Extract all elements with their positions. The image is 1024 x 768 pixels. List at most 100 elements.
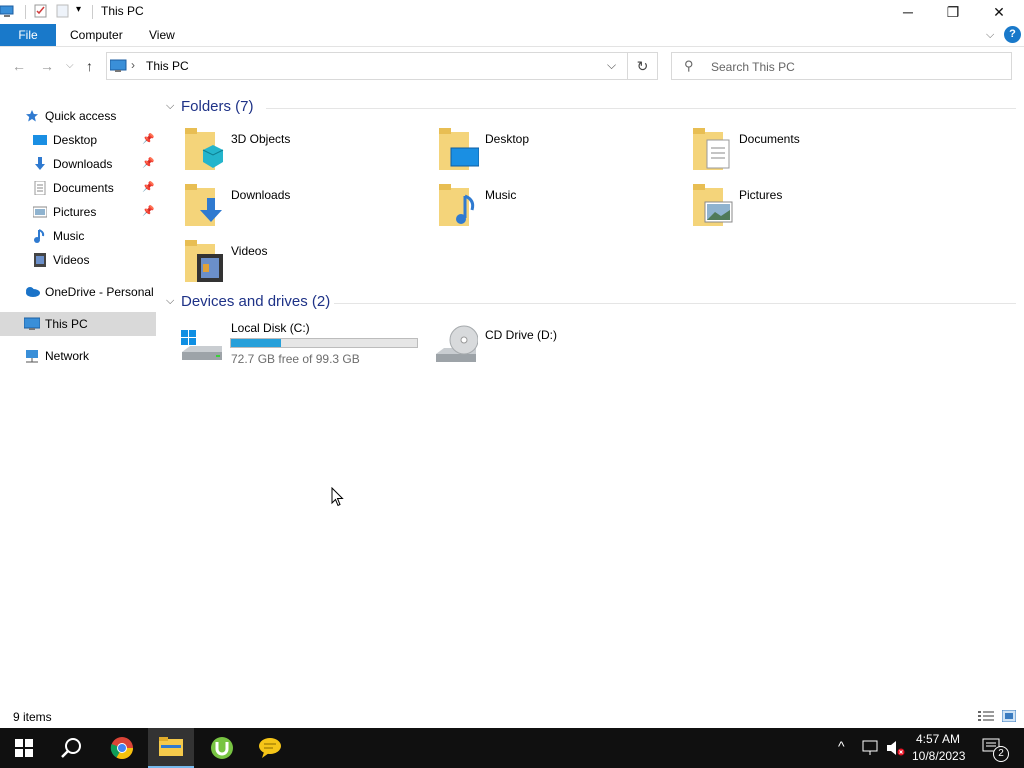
pin-icon[interactable]: 📌 [142,128,154,152]
nav-label: This PC [45,317,88,331]
nav-videos[interactable]: Videos [0,248,156,272]
drives-group-header[interactable]: ⌵ Devices and drives (2) [166,293,1016,313]
restore-button[interactable]: ❐ [930,0,976,24]
nav-onedrive[interactable]: OneDrive - Personal [0,280,156,304]
separator [25,5,26,19]
pin-icon[interactable]: 📌 [142,200,154,224]
show-hidden-icons-button[interactable]: ^ [838,738,845,754]
clock-time[interactable]: 4:57 AM [916,732,960,746]
properties-icon[interactable] [34,4,48,18]
speech-bubble-icon [259,738,281,758]
3d-objects-folder-icon [185,128,224,170]
search-icon [61,738,81,758]
folder-pictures[interactable]: Pictures [693,184,933,234]
chrome-taskbar-button[interactable] [98,728,146,768]
drive-name: Local Disk (C:) [231,321,310,335]
forward-button[interactable]: → [40,58,54,74]
drive-cd-d[interactable]: CD Drive (D:) [434,318,634,368]
status-bar: 9 items [0,706,1024,728]
folders-group-header[interactable]: ⌵ Folders (7) [166,98,1016,118]
folder-3d-objects[interactable]: 3D Objects [185,128,425,178]
drive-usage-bar [230,338,418,348]
group-title: Devices and drives (2) [181,293,331,310]
start-button[interactable] [0,728,48,768]
nav-network[interactable]: Network [0,344,156,368]
this-pc-icon [24,317,40,330]
breadcrumb-separator[interactable]: › [131,58,135,72]
back-button[interactable]: ← [12,58,26,74]
customize-quick-access-icon[interactable]: ▾ [76,4,81,15]
cloud-icon [26,287,40,297]
folder-videos[interactable]: Videos [185,240,425,290]
pin-icon[interactable]: 📌 [142,176,154,200]
minimize-button[interactable]: ─ [885,0,931,24]
nav-desktop[interactable]: Desktop 📌 [0,128,156,152]
folder-desktop[interactable]: Desktop [439,128,679,178]
pictures-icon [33,206,47,218]
drive-name: CD Drive (D:) [485,328,557,342]
large-icons-view-icon[interactable] [1002,710,1016,722]
volume-muted-icon[interactable] [886,740,906,756]
new-folder-icon[interactable] [56,4,70,18]
taskbar: ^ 4:57 AM 10/8/2023 2 [0,728,1024,768]
nav-label: Downloads [53,157,113,171]
recent-locations-button[interactable]: ⌵ [66,60,74,71]
utorrent-taskbar-button[interactable] [198,728,246,768]
nav-pictures[interactable]: Pictures 📌 [0,200,156,224]
file-explorer-taskbar-button[interactable] [148,728,194,768]
sticky-notes-taskbar-button[interactable] [246,728,294,768]
refresh-button[interactable]: ↻ [628,52,658,80]
network-status-icon[interactable] [862,740,880,756]
address-dropdown-icon[interactable]: ⌵ [607,58,616,73]
music-folder-icon [439,184,475,226]
nav-label: Network [45,349,90,363]
navigation-pane: Quick access Desktop 📌 Downloads 📌 Docum… [0,96,156,702]
up-button[interactable]: ↑ [86,58,93,74]
windows-logo-icon [15,739,33,757]
tab-computer[interactable]: Computer [70,24,123,46]
search-icon: ⚲ [684,58,694,73]
close-button[interactable]: ✕ [976,0,1022,24]
nav-label: OneDrive - Personal [45,285,154,299]
clock-date[interactable]: 10/8/2023 [912,749,965,763]
nav-quick-access[interactable]: Quick access [0,104,156,128]
windows-drive-icon [181,330,222,360]
folder-music[interactable]: Music [439,184,679,234]
search-box[interactable]: ⚲ Search This PC [671,52,1012,80]
document-icon [34,181,46,195]
folder-name: 3D Objects [231,132,291,146]
drive-free-space: 72.7 GB free of 99.3 GB [231,352,360,366]
nav-documents[interactable]: Documents 📌 [0,176,156,200]
cd-drive-icon [436,325,478,362]
folder-documents[interactable]: Documents [693,128,933,178]
drive-local-disk-c[interactable]: Local Disk (C:) 72.7 GB free of 99.3 GB [180,318,425,368]
nav-downloads[interactable]: Downloads 📌 [0,152,156,176]
search-input[interactable]: Search This PC [711,60,795,74]
pin-icon[interactable]: 📌 [142,152,154,176]
breadcrumb-this-pc[interactable]: This PC [146,59,189,73]
nav-music[interactable]: Music [0,224,156,248]
folder-name: Videos [231,244,268,258]
help-icon[interactable]: ? [1004,26,1021,43]
drive-usage-fill [231,339,282,347]
folder-name: Desktop [485,132,530,146]
search-button[interactable] [48,728,96,768]
folder-name: Music [485,188,517,202]
collapse-icon[interactable]: ⌵ [166,100,174,113]
this-pc-icon [110,59,127,72]
details-view-icon[interactable] [978,710,994,722]
desktop-icon [33,135,47,145]
nav-this-pc[interactable]: This PC [0,312,156,336]
collapse-icon[interactable]: ⌵ [166,295,174,308]
music-icon [34,229,45,243]
group-title: Folders (7) [181,98,254,115]
folder-name: Pictures [739,188,783,202]
folder-downloads[interactable]: Downloads [185,184,425,234]
utorrent-icon [211,737,233,759]
action-center-button[interactable]: 2 [982,738,1009,762]
expand-ribbon-icon[interactable]: ⌵ [986,24,994,46]
tab-view[interactable]: View [149,24,175,46]
chrome-icon [110,737,133,759]
tab-file[interactable]: File [0,24,56,46]
address-bar[interactable]: › This PC ⌵ [106,52,628,80]
